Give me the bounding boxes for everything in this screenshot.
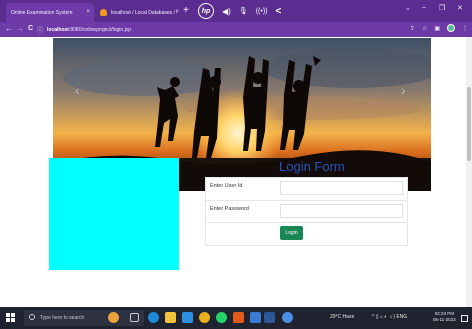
app-icon[interactable] (250, 312, 261, 323)
cyan-panel (49, 158, 179, 270)
search-placeholder: Type here to search (40, 315, 85, 321)
file-explorer-icon[interactable] (165, 312, 176, 323)
store-icon[interactable] (182, 312, 193, 323)
page-scrollbar[interactable] (466, 37, 472, 307)
clock[interactable]: 02:23 PM 05-11-2023 (433, 311, 456, 323)
url-path: :8080/onlineproject/login.jsp (68, 26, 131, 33)
microphone-icon[interactable]: 🎙 (239, 7, 248, 15)
broadcast-icon[interactable]: ((•)) (256, 8, 268, 15)
media-back-icon[interactable]: < (276, 6, 282, 17)
scrollbar-thumb[interactable] (467, 87, 471, 161)
form-divider (205, 200, 408, 201)
carousel-prev-arrow[interactable]: ‹ (75, 82, 80, 98)
share-icon[interactable]: ⇪ (410, 25, 415, 32)
security-icon[interactable] (282, 312, 293, 323)
phpmyadmin-favicon-icon (100, 9, 107, 16)
password-label: Enter Password (210, 206, 249, 212)
tab-phpmyadmin[interactable]: localhost / Local Databases / ex × (95, 3, 183, 22)
minimize-button[interactable]: – (422, 4, 426, 11)
close-tab-icon[interactable]: × (86, 9, 90, 15)
close-window-button[interactable]: ✕ (457, 4, 463, 12)
chrome-icon[interactable] (199, 312, 210, 323)
screen: Online Examination System × localhost / … (0, 0, 472, 329)
notification-icon[interactable] (461, 315, 468, 322)
browser-menu-icon[interactable]: ⋮ (462, 25, 468, 32)
eclipse-icon[interactable] (233, 312, 244, 323)
task-view-icon[interactable] (130, 313, 139, 322)
user-id-label: Enter User Id (210, 183, 243, 189)
whatsapp-icon[interactable] (216, 312, 227, 323)
form-divider (205, 177, 408, 178)
password-input[interactable] (280, 204, 403, 218)
taskbar-search-box[interactable]: Type here to search (24, 310, 144, 326)
cortana-widget-icon[interactable] (108, 312, 119, 323)
tab-search-chevron-icon[interactable]: ⌄ (405, 4, 411, 12)
back-button[interactable]: ← (5, 24, 13, 34)
tab-title: Online Examination System (11, 9, 73, 16)
windows-start-icon[interactable] (6, 313, 16, 323)
form-divider (205, 177, 206, 246)
volume-icon[interactable]: ◀) (222, 7, 231, 16)
site-info-icon[interactable]: ⓘ (37, 25, 43, 34)
browser-tab-bar: Online Examination System × localhost / … (0, 0, 472, 47)
login-form-title: Login Form (279, 159, 345, 174)
weather-status[interactable]: 29°C Haze (330, 314, 354, 320)
tab-title: localhost / Local Databases / ex (111, 9, 177, 16)
new-tab-button[interactable]: + (183, 6, 189, 16)
hp-logo-icon: hp (198, 3, 214, 19)
tab-online-examination[interactable]: Online Examination System × (6, 3, 94, 47)
profile-avatar[interactable] (447, 24, 455, 32)
form-divider (205, 222, 408, 223)
word-icon[interactable] (264, 312, 275, 323)
form-divider (407, 177, 408, 246)
form-divider (205, 245, 408, 246)
carousel-next-arrow[interactable]: › (401, 82, 406, 98)
search-icon (29, 314, 35, 320)
clock-date: 05-11-2023 (433, 317, 456, 322)
windows-taskbar: Type here to search 29°C Haze ^ ▯ ⌂ ◐ ☼)… (0, 307, 472, 329)
restore-button[interactable]: ❐ (439, 4, 445, 12)
toolbar-icons: ⇪ ☆ ▣ ⋮ (410, 24, 468, 32)
url-field[interactable]: ⓘ localhost :8080/onlineproject/login.js… (37, 24, 407, 35)
bookmark-star-icon[interactable]: ☆ (422, 25, 427, 32)
reload-button[interactable]: C (28, 24, 33, 34)
close-tab-icon[interactable]: × (175, 9, 179, 15)
forward-button[interactable]: → (16, 24, 24, 34)
url-host: localhost (47, 26, 69, 33)
address-bar-row: ← → C ⓘ localhost :8080/onlineproject/lo… (0, 22, 472, 37)
side-panel-icon[interactable]: ▣ (434, 25, 440, 32)
login-button[interactable]: Login (280, 226, 303, 240)
edge-icon[interactable] (148, 312, 159, 323)
system-tray-icons[interactable]: ^ ▯ ⌂ ◐ ☼) ENG (372, 314, 407, 320)
user-id-input[interactable] (280, 181, 403, 195)
media-overlay: hp ◀) 🎙 ((•)) < (198, 1, 281, 21)
